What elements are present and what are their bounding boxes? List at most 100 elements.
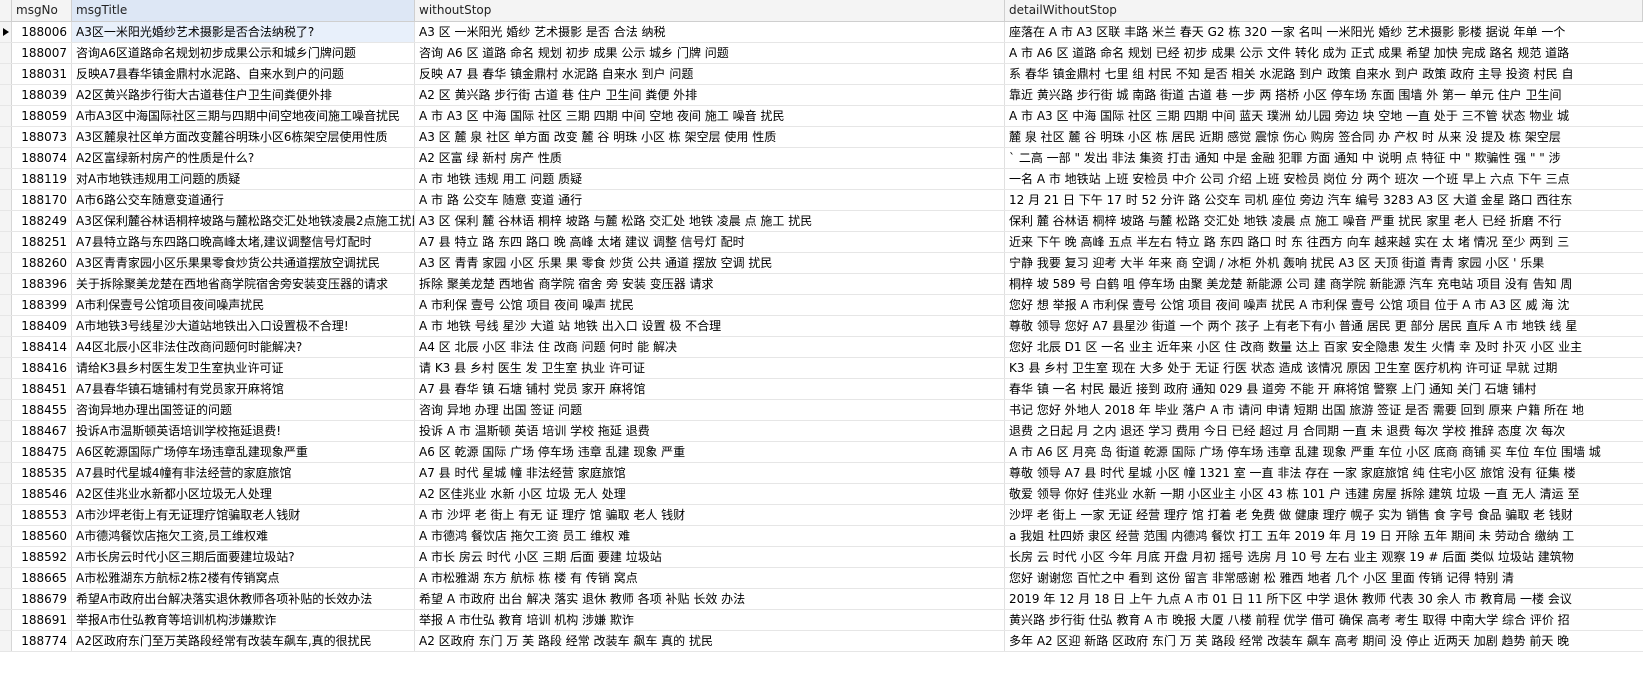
- table-row[interactable]: 188039 A2区黄兴路步行街大古道巷住户卫生间粪便外排 A2 区 黄兴路 步行街…: [0, 85, 1643, 106]
- msgno-cell[interactable]: 188006: [12, 22, 72, 42]
- table-row[interactable]: 188396 关于拆除聚美龙楚在西地省商学院宿舍旁安装变压器的请求 拆除 聚美龙楚 …: [0, 274, 1643, 295]
- withoutstop-cell[interactable]: 希望 A 市政府 出台 解决 落实 退休 教师 各项 补贴 长效 办法: [415, 589, 1005, 609]
- row-indicator[interactable]: [0, 190, 12, 210]
- detailwithoutstop-cell[interactable]: 长房 云 时代 小区 今年 月底 开盘 月初 摇号 选房 月 10 号 左右 业…: [1005, 547, 1643, 567]
- table-row[interactable]: 188665 A市松雅湖东方航标2栋2楼有传销窝点 A 市松雅湖 东方 航标 栋 楼…: [0, 568, 1643, 589]
- msgno-cell[interactable]: 188074: [12, 148, 72, 168]
- msgtitle-cell[interactable]: A7县春华镇石塘铺村有党员家开麻将馆: [72, 379, 415, 399]
- msgno-cell[interactable]: 188396: [12, 274, 72, 294]
- column-header-msgtitle[interactable]: msgTitle: [72, 0, 415, 21]
- msgtitle-cell[interactable]: A2区政府东门至万芙路段经常有改装车飙车,真的很扰民: [72, 631, 415, 651]
- detailwithoutstop-cell[interactable]: 敬爱 领导 你好 佳兆业 水新 一期 小区业主 小区 43 栋 101 户 违建…: [1005, 484, 1643, 504]
- msgno-cell[interactable]: 188031: [12, 64, 72, 84]
- row-indicator[interactable]: [0, 337, 12, 357]
- detailwithoutstop-cell[interactable]: 您好 谢谢您 百忙之中 看到 这份 留言 非常感谢 松 雅西 地者 几个 小区 …: [1005, 568, 1643, 588]
- table-row[interactable]: 188170 A市6路公交车随意变道通行 A 市 路 公交车 随意 变道 通行 12 …: [0, 190, 1643, 211]
- msgtitle-cell[interactable]: 希望A市政府出台解决落实退休教师各项补贴的长效办法: [72, 589, 415, 609]
- table-row[interactable]: 188592 A市长房云时代小区三期后面要建垃圾站? A 市长 房云 时代 小区 三…: [0, 547, 1643, 568]
- msgno-cell[interactable]: 188059: [12, 106, 72, 126]
- row-indicator[interactable]: [0, 589, 12, 609]
- detailwithoutstop-cell[interactable]: a 我姐 杜四娇 隶区 经营 范围 内德鸿 餐饮 打工 五年 2019 年 月 …: [1005, 526, 1643, 546]
- withoutstop-cell[interactable]: A7 县 特立 路 东四 路口 晚 高峰 太堵 建议 调整 信号灯 配时: [415, 232, 1005, 252]
- table-row[interactable]: 188409 A市地铁3号线星沙大道站地铁出入口设置极不合理! A 市 地铁 号线 …: [0, 316, 1643, 337]
- table-row[interactable]: 188467 投诉A市温斯顿英语培训学校拖延退费! 投诉 A 市 温斯顿 英语 培训…: [0, 421, 1643, 442]
- msgno-cell[interactable]: 188535: [12, 463, 72, 483]
- msgno-cell[interactable]: 188260: [12, 253, 72, 273]
- withoutstop-cell[interactable]: 拆除 聚美龙楚 西地省 商学院 宿舍 旁 安装 变压器 请求: [415, 274, 1005, 294]
- detailwithoutstop-cell[interactable]: 尊敬 领导 A7 县 时代 星城 小区 幢 1321 室 一直 非法 存在 一家…: [1005, 463, 1643, 483]
- detailwithoutstop-cell[interactable]: 您好 北辰 D1 区 一名 业主 近年来 小区 住 改商 数量 达上 百家 安全…: [1005, 337, 1643, 357]
- msgno-cell[interactable]: 188249: [12, 211, 72, 231]
- withoutstop-cell[interactable]: 咨询 异地 办理 出国 签证 问题: [415, 400, 1005, 420]
- withoutstop-cell[interactable]: A3 区 青青 家园 小区 乐果 果 零食 炒货 公共 通道 摆放 空调 扰民: [415, 253, 1005, 273]
- msgtitle-cell[interactable]: 关于拆除聚美龙楚在西地省商学院宿舍旁安装变压器的请求: [72, 274, 415, 294]
- withoutstop-cell[interactable]: A 市 地铁 违规 用工 问题 质疑: [415, 169, 1005, 189]
- msgtitle-cell[interactable]: A3区青青家园小区乐果果零食炒货公共通道摆放空调扰民: [72, 253, 415, 273]
- msgtitle-cell[interactable]: A2区黄兴路步行街大古道巷住户卫生间粪便外排: [72, 85, 415, 105]
- msgtitle-cell[interactable]: A市A3区中海国际社区三期与四期中间空地夜间施工噪音扰民: [72, 106, 415, 126]
- detailwithoutstop-cell[interactable]: 保利 麓 谷林语 桐梓 坡路 与麓 松路 交汇处 地铁 凌晨 点 施工 噪音 严…: [1005, 211, 1643, 231]
- withoutstop-cell[interactable]: 请 K3 县 乡村 医生 发 卫生室 执业 许可证: [415, 358, 1005, 378]
- row-indicator[interactable]: [0, 43, 12, 63]
- table-row[interactable]: 188451 A7县春华镇石塘铺村有党员家开麻将馆 A7 县 春华 镇 石塘 铺村 …: [0, 379, 1643, 400]
- row-indicator[interactable]: [0, 400, 12, 420]
- detailwithoutstop-cell[interactable]: 一名 A 市 地铁站 上班 安检员 中介 公司 介绍 上班 安检员 岗位 分 两…: [1005, 169, 1643, 189]
- msgno-cell[interactable]: 188451: [12, 379, 72, 399]
- withoutstop-cell[interactable]: A7 县 时代 星城 幢 非法经营 家庭旅馆: [415, 463, 1005, 483]
- msgno-cell[interactable]: 188416: [12, 358, 72, 378]
- withoutstop-cell[interactable]: A2 区佳兆业 水新 小区 垃圾 无人 处理: [415, 484, 1005, 504]
- msgno-cell[interactable]: 188679: [12, 589, 72, 609]
- detailwithoutstop-cell[interactable]: 系 春华 镇金鼎村 七里 组 村民 不知 是否 相关 水泥路 到户 政策 自来水…: [1005, 64, 1643, 84]
- msgtitle-cell[interactable]: 举报A市仕弘教育等培训机构涉嫌欺诈: [72, 610, 415, 630]
- msgno-cell[interactable]: 188467: [12, 421, 72, 441]
- data-grid[interactable]: msgNo msgTitle withoutStop detailWithout…: [0, 0, 1643, 683]
- table-row[interactable]: 188416 请给K3县乡村医生发卫生室执业许可证请 K3 县 乡村 医生 发 卫…: [0, 358, 1643, 379]
- withoutstop-cell[interactable]: A3 区 保利 麓 谷林语 桐梓 坡路 与麓 松路 交汇处 地铁 凌晨 点 施工…: [415, 211, 1005, 231]
- table-row[interactable]: 188059 A市A3区中海国际社区三期与四期中间空地夜间施工噪音扰民 A 市 A3…: [0, 106, 1643, 127]
- detailwithoutstop-cell[interactable]: 尊敬 领导 您好 A7 县星沙 街道 一个 两个 孩子 上有老下有小 普通 居民…: [1005, 316, 1643, 336]
- withoutstop-cell[interactable]: A 市 路 公交车 随意 变道 通行: [415, 190, 1005, 210]
- detailwithoutstop-cell[interactable]: 多年 A2 区迎 新路 区政府 东门 万 芙 路段 经常 改装车 飙车 高考 期…: [1005, 631, 1643, 651]
- table-row[interactable]: 188414 A4区北辰小区非法住改商问题何时能解决? A4 区 北辰 小区 非法 …: [0, 337, 1643, 358]
- msgtitle-cell[interactable]: 请给K3县乡村医生发卫生室执业许可证: [72, 358, 415, 378]
- row-indicator[interactable]: [0, 106, 12, 126]
- row-indicator[interactable]: [0, 463, 12, 483]
- detailwithoutstop-cell[interactable]: 您好 想 举报 A 市利保 壹号 公馆 项目 夜间 噪声 扰民 A 市利保 壹号…: [1005, 295, 1643, 315]
- msgtitle-cell[interactable]: A3区一米阳光婚纱艺术摄影是否合法纳税了?: [72, 22, 415, 42]
- detailwithoutstop-cell[interactable]: 书记 您好 外地人 2018 年 毕业 落户 A 市 请问 申请 短期 出国 旅…: [1005, 400, 1643, 420]
- withoutstop-cell[interactable]: 反映 A7 县 春华 镇金鼎村 水泥路 自来水 到户 问题: [415, 64, 1005, 84]
- detailwithoutstop-cell[interactable]: 靠近 黄兴路 步行街 城 南路 街道 古道 巷 一步 两 搭桥 小区 停车场 东…: [1005, 85, 1643, 105]
- table-row[interactable]: 188679 希望A市政府出台解决落实退休教师各项补贴的长效办法 希望 A 市政府 …: [0, 589, 1643, 610]
- row-indicator[interactable]: [0, 64, 12, 84]
- table-row[interactable]: 188249 A3区保利麓谷林语桐梓坡路与麓松路交汇处地铁凌晨2点施工扰民 A3 区…: [0, 211, 1643, 232]
- detailwithoutstop-cell[interactable]: 春华 镇 一名 村民 最近 接到 政府 通知 029 县 道旁 不能 开 麻将馆…: [1005, 379, 1643, 399]
- table-row[interactable]: 188560 A市德鸿餐饮店拖欠工资,员工维权难 A 市德鸿 餐饮店 拖欠工资 员工…: [0, 526, 1643, 547]
- detailwithoutstop-cell[interactable]: ` 二高 一部 " 发出 非法 集资 打击 通知 中是 金融 犯罪 方面 通知 …: [1005, 148, 1643, 168]
- detailwithoutstop-cell[interactable]: 麓 泉 社区 麓 谷 明珠 小区 栋 居民 近期 感觉 震惊 伤心 购房 签合同…: [1005, 127, 1643, 147]
- withoutstop-cell[interactable]: A 市 A3 区 中海 国际 社区 三期 四期 中间 空地 夜间 施工 噪音 扰…: [415, 106, 1005, 126]
- row-indicator[interactable]: [0, 211, 12, 231]
- table-row[interactable]: 188455 咨询异地办理出国签证的问题 咨询 异地 办理 出国 签证 问题 书记 您…: [0, 400, 1643, 421]
- withoutstop-cell[interactable]: A6 区 乾源 国际 广场 停车场 违章 乱建 现象 严重: [415, 442, 1005, 462]
- msgtitle-cell[interactable]: A3区保利麓谷林语桐梓坡路与麓松路交汇处地铁凌晨2点施工扰民: [72, 211, 415, 231]
- column-header-detailwithoutstop[interactable]: detailWithoutStop: [1005, 0, 1643, 21]
- withoutstop-cell[interactable]: A2 区政府 东门 万 芙 路段 经常 改装车 飙车 真的 扰民: [415, 631, 1005, 651]
- detailwithoutstop-cell[interactable]: A 市 A6 区 月亮 岛 街道 乾源 国际 广场 停车场 违章 乱建 现象 严…: [1005, 442, 1643, 462]
- table-row[interactable]: 188691 举报A市仕弘教育等培训机构涉嫌欺诈 举报 A 市仕弘 教育 培训 机构…: [0, 610, 1643, 631]
- msgtitle-cell[interactable]: A市沙坪老街上有无证理疗馆骗取老人钱财: [72, 505, 415, 525]
- table-row[interactable]: 188119 对A市地铁违规用工问题的质疑 A 市 地铁 违规 用工 问题 质疑 一名…: [0, 169, 1643, 190]
- detailwithoutstop-cell[interactable]: 沙坪 老 街上 一家 无证 经营 理疗 馆 打着 老 免费 做 健康 理疗 幌子…: [1005, 505, 1643, 525]
- row-indicator[interactable]: [0, 274, 12, 294]
- withoutstop-cell[interactable]: A 市 沙坪 老 街上 有无 证 理疗 馆 骗取 老人 钱财: [415, 505, 1005, 525]
- row-indicator[interactable]: [0, 526, 12, 546]
- row-indicator[interactable]: [0, 547, 12, 567]
- row-indicator[interactable]: [0, 568, 12, 588]
- msgno-cell[interactable]: 188560: [12, 526, 72, 546]
- withoutstop-cell[interactable]: A7 县 春华 镇 石塘 铺村 党员 家开 麻将馆: [415, 379, 1005, 399]
- column-header-msgno[interactable]: msgNo: [12, 0, 72, 21]
- detailwithoutstop-cell[interactable]: A 市 A6 区 道路 命名 规划 已经 初步 成果 公示 文件 转化 成为 正…: [1005, 43, 1643, 63]
- msgtitle-cell[interactable]: 咨询异地办理出国签证的问题: [72, 400, 415, 420]
- msgno-cell[interactable]: 188251: [12, 232, 72, 252]
- msgno-cell[interactable]: 188399: [12, 295, 72, 315]
- msgtitle-cell[interactable]: A2区佳兆业水新都小区垃圾无人处理: [72, 484, 415, 504]
